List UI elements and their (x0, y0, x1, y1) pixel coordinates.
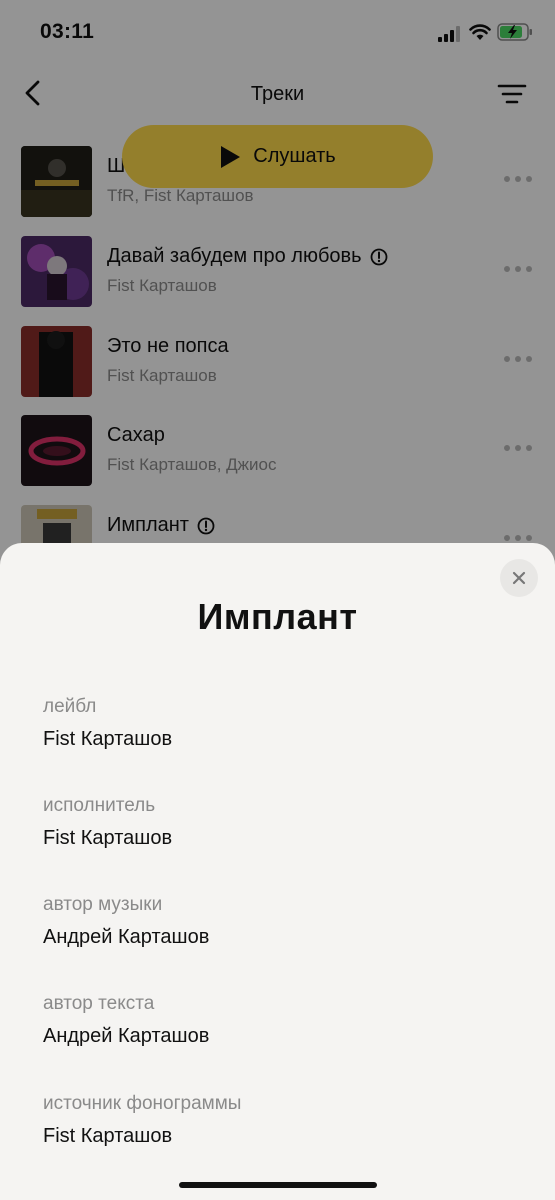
home-indicator[interactable] (179, 1182, 377, 1188)
info-field: автор текста Андрей Карташов (43, 993, 209, 1048)
screen: 03:11 Треки Слушать Ш TfR, Fist Карташов… (0, 0, 555, 1200)
field-value: Андрей Карташов (43, 926, 210, 948)
field-value: Андрей Карташов (43, 1025, 210, 1047)
info-field: лейбл Fist Карташов (43, 696, 172, 751)
field-label: источник фонограммы (43, 1093, 242, 1114)
close-button[interactable] (500, 559, 538, 597)
field-value: Fist Карташов (43, 827, 173, 849)
info-field: автор музыки Андрей Карташов (43, 894, 209, 949)
field-value: Fist Карташов (43, 1125, 173, 1147)
info-field: источник фонограммы Fist Карташов (43, 1093, 241, 1148)
sheet-title: Имплант (197, 596, 358, 637)
field-value: Fist Карташов (43, 728, 173, 750)
field-label: лейбл (43, 696, 97, 717)
info-field: исполнитель Fist Карташов (43, 795, 172, 850)
field-label: исполнитель (43, 795, 156, 816)
field-label: автор текста (43, 993, 155, 1014)
close-icon (512, 571, 526, 585)
field-label: автор музыки (43, 894, 163, 915)
track-info-sheet: Имплант лейбл Fist Карташов исполнитель … (0, 543, 555, 1200)
